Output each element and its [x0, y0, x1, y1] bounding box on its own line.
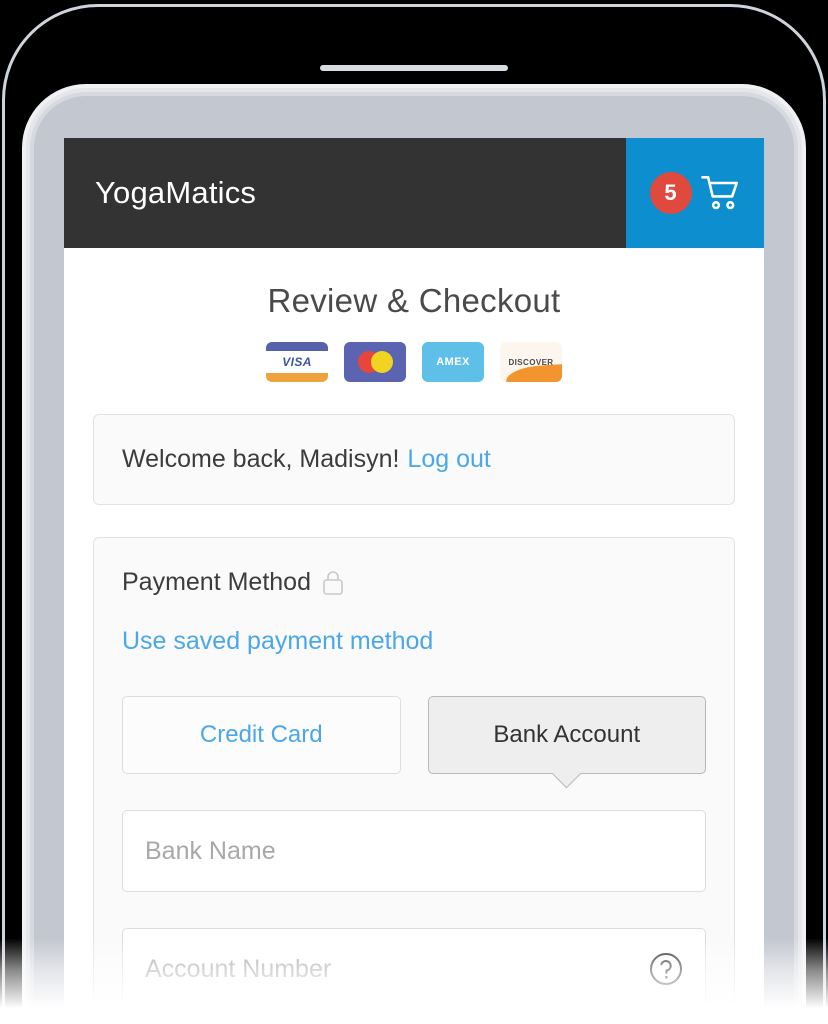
bank-name-field-wrap: [122, 810, 706, 892]
logout-link[interactable]: Log out: [407, 445, 490, 474]
accepted-card-brands: VISA AMEX DISCOVER: [64, 342, 764, 382]
visa-card-icon: VISA: [266, 342, 328, 382]
visa-label: VISA: [282, 355, 312, 369]
tab-bank-account[interactable]: Bank Account: [427, 696, 706, 774]
payment-method-label: Payment Method: [122, 568, 311, 596]
payment-method-tabs: Credit Card Bank Account: [122, 696, 706, 774]
bank-name-input[interactable]: [122, 810, 706, 892]
amex-label: AMEX: [436, 356, 470, 368]
phone-screen: YogaMatics 5 Review & Checkout VISA AMEX…: [64, 138, 764, 1024]
discover-label: DISCOVER: [508, 357, 554, 367]
amex-card-icon: AMEX: [422, 342, 484, 382]
shopping-cart-icon: [700, 174, 741, 212]
mastercard-card-icon: [344, 342, 406, 382]
tab-bank-account-label: Bank Account: [493, 721, 641, 748]
lock-icon: [322, 570, 344, 596]
welcome-panel: Welcome back, Madisyn! Log out: [93, 414, 735, 505]
payment-method-heading: Payment Method: [122, 568, 706, 597]
app-header: YogaMatics 5: [64, 138, 764, 248]
page-content: Review & Checkout VISA AMEX DISCOVER Wel…: [64, 282, 764, 1024]
payment-method-panel: Payment Method Use saved payment method …: [93, 537, 735, 1024]
use-saved-payment-method-link[interactable]: Use saved payment method: [122, 627, 706, 656]
account-number-input[interactable]: [122, 928, 706, 1010]
cart-button[interactable]: 5: [626, 138, 764, 248]
cart-badge-count: 5: [649, 172, 692, 214]
discover-card-icon: DISCOVER: [500, 342, 562, 382]
tab-credit-card-label: Credit Card: [199, 721, 323, 748]
phone-mockup-scene: YogaMatics 5 Review & Checkout VISA AMEX…: [0, 0, 828, 1024]
page-title: Review & Checkout: [267, 282, 561, 319]
brand-title: YogaMatics: [95, 175, 257, 210]
tab-credit-card[interactable]: Credit Card: [122, 696, 401, 774]
speaker-grille: [320, 65, 508, 71]
welcome-message: Welcome back, Madisyn!: [122, 445, 400, 473]
account-number-field-wrap: [122, 928, 706, 1010]
